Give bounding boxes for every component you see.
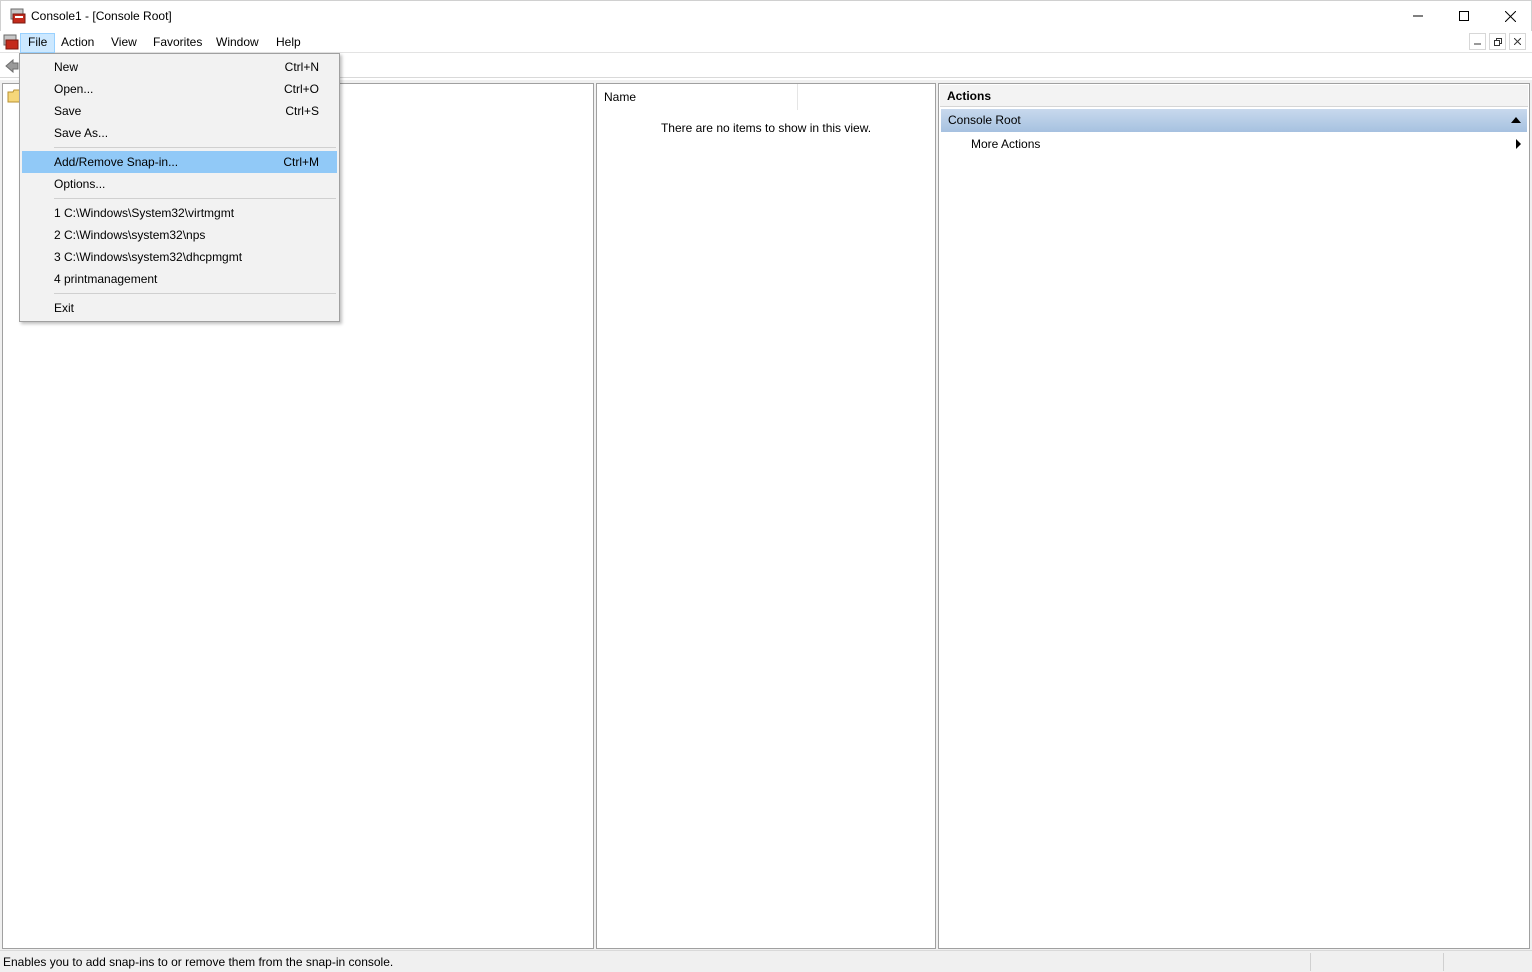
more-actions-item[interactable]: More Actions (971, 137, 1040, 151)
empty-view-message: There are no items to show in this view. (660, 121, 872, 135)
file-menu-exit[interactable]: Exit (22, 297, 337, 319)
collapse-arrow-icon[interactable] (1511, 117, 1521, 123)
minimize-button[interactable] (1395, 1, 1441, 31)
mmc-app-icon[interactable] (3, 34, 19, 50)
close-icon (1504, 10, 1516, 22)
file-menu-save-as[interactable]: Save As... (22, 122, 337, 144)
file-menu-recent-1[interactable]: 1 C:\Windows\System32\virtmgmt (22, 202, 337, 224)
file-menu-add-remove-snap-in[interactable]: Add/Remove Snap-in... Ctrl+M (22, 151, 337, 173)
file-menu-recent-4[interactable]: 4 printmanagement (22, 268, 337, 290)
status-divider (1310, 953, 1311, 971)
actions-header: Actions (940, 85, 1528, 107)
list-header: Name (597, 84, 935, 110)
status-divider (1443, 953, 1444, 971)
menu-file[interactable]: File (20, 33, 56, 53)
menu-bar: File Action View Favorites Window Help (0, 31, 1532, 53)
menu-favorites[interactable]: Favorites (146, 33, 209, 53)
actions-group-label: Console Root (948, 113, 1021, 127)
maximize-icon (1459, 11, 1469, 21)
menu-separator (54, 147, 336, 148)
menu-help[interactable]: Help (269, 33, 308, 53)
minimize-icon (1474, 43, 1481, 45)
file-menu-dropdown: New Ctrl+N Open... Ctrl+O Save Ctrl+S Sa… (19, 53, 340, 322)
menu-separator (54, 198, 336, 199)
file-menu-recent-2[interactable]: 2 C:\Windows\system32\nps (22, 224, 337, 246)
file-menu-new[interactable]: New Ctrl+N (22, 56, 337, 78)
close-button[interactable] (1487, 1, 1532, 31)
column-header-name[interactable]: Name (597, 84, 798, 110)
mdi-restore-button[interactable] (1489, 33, 1506, 50)
minimize-icon (1413, 15, 1423, 17)
submenu-arrow-icon[interactable] (1516, 139, 1521, 149)
file-menu-options[interactable]: Options... (22, 173, 337, 195)
results-list-pane[interactable]: Name There are no items to show in this … (596, 83, 936, 949)
title-bar: Console1 - [Console Root] (0, 0, 1532, 31)
file-menu-recent-3[interactable]: 3 C:\Windows\system32\dhcpmgmt (22, 246, 337, 268)
mdi-close-button[interactable] (1509, 33, 1526, 50)
mmc-app-icon (10, 8, 26, 24)
status-text: Enables you to add snap-ins to or remove… (3, 955, 394, 969)
menu-window[interactable]: Window (209, 33, 266, 53)
menu-action[interactable]: Action (54, 33, 101, 53)
status-bar: Enables you to add snap-ins to or remove… (0, 950, 1532, 972)
menu-separator (54, 293, 336, 294)
maximize-button[interactable] (1441, 1, 1487, 31)
close-icon (1514, 38, 1521, 45)
actions-pane: Actions Console Root More Actions (938, 83, 1530, 949)
restore-icon (1493, 37, 1502, 46)
file-menu-save[interactable]: Save Ctrl+S (22, 100, 337, 122)
actions-group-console-root[interactable]: Console Root (941, 109, 1527, 132)
window-title: Console1 - [Console Root] (31, 9, 172, 23)
mdi-controls (1469, 33, 1526, 50)
mdi-minimize-button[interactable] (1469, 33, 1486, 50)
menu-view[interactable]: View (104, 33, 144, 53)
file-menu-open[interactable]: Open... Ctrl+O (22, 78, 337, 100)
back-arrow-icon[interactable] (4, 58, 20, 74)
